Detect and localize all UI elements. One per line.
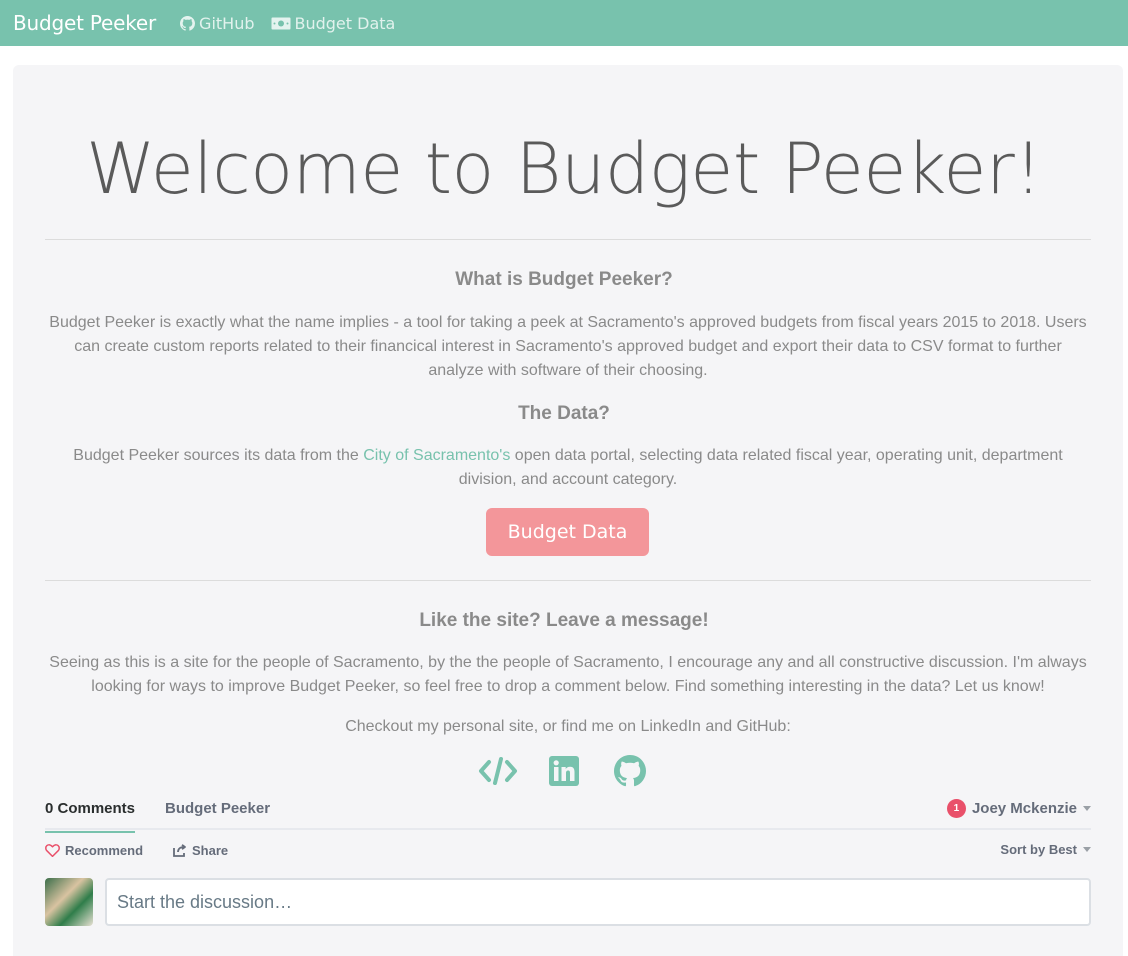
checkout-text: Checkout my personal site, or find me on… xyxy=(345,718,791,735)
linkedin-icon[interactable] xyxy=(544,752,584,790)
avatar[interactable] xyxy=(45,878,93,926)
tab-site[interactable]: Budget Peeker xyxy=(165,800,270,817)
top-navbar: Budget Peeker GitHub Budget Data xyxy=(0,0,1128,46)
divider xyxy=(45,239,1091,240)
chevron-down-icon xyxy=(1083,806,1091,811)
comments-tabs: 0 Comments Budget Peeker 1 Joey Mckenzie xyxy=(45,796,1091,833)
nav-link-budget-data-label: Budget Data xyxy=(294,13,396,33)
tab-comments[interactable]: 0 Comments xyxy=(45,800,136,833)
data-heading: The Data? xyxy=(518,403,610,424)
github-icon xyxy=(180,15,196,31)
comment-actions: Recommend Share Sort by Best xyxy=(45,841,1091,863)
message-text: Seeing as this is a site for the people … xyxy=(49,654,1087,695)
notification-badge[interactable]: 1 xyxy=(946,799,966,818)
message-heading: Like the site? Leave a message! xyxy=(419,610,709,631)
recommend-button[interactable]: Recommend xyxy=(45,843,143,858)
recommend-label: Recommend xyxy=(65,843,144,858)
nav-link-github[interactable]: GitHub xyxy=(180,13,255,33)
comment-input[interactable]: Start the discussion… xyxy=(105,878,1091,926)
data-text: Budget Peeker sources its data from the … xyxy=(45,444,1091,492)
user-name: Joey Mckenzie xyxy=(971,800,1077,817)
share-button[interactable]: Share xyxy=(173,843,228,858)
code-icon[interactable] xyxy=(478,752,518,790)
brand-logo[interactable]: Budget Peeker xyxy=(13,11,156,35)
divider xyxy=(45,580,1091,581)
social-links xyxy=(0,752,1128,790)
nav-link-github-label: GitHub xyxy=(199,13,255,33)
city-of-sacramento-link[interactable]: City of Sacramento's xyxy=(363,447,510,464)
page-title: Welcome to Budget Peeker! xyxy=(86,128,1042,210)
nav-link-budget-data[interactable]: Budget Data xyxy=(271,13,396,33)
about-text: Budget Peeker is exactly what the name i… xyxy=(49,314,1087,379)
data-text-before: Budget Peeker sources its data from the xyxy=(73,447,364,464)
budget-data-button[interactable]: Budget Data xyxy=(486,508,649,556)
money-bill-icon xyxy=(271,17,291,30)
share-icon xyxy=(173,844,187,857)
sort-label: Sort by Best xyxy=(1000,842,1077,857)
chevron-down-icon xyxy=(1083,847,1091,852)
user-menu[interactable]: 1 Joey Mckenzie xyxy=(946,799,1091,818)
data-text-after: open data portal, selecting data related… xyxy=(458,447,1063,488)
share-label: Share xyxy=(192,843,229,858)
github-icon[interactable] xyxy=(610,752,650,790)
about-heading: What is Budget Peeker? xyxy=(455,269,673,290)
sort-dropdown[interactable]: Sort by Best xyxy=(1000,842,1091,857)
heart-icon xyxy=(45,844,60,857)
